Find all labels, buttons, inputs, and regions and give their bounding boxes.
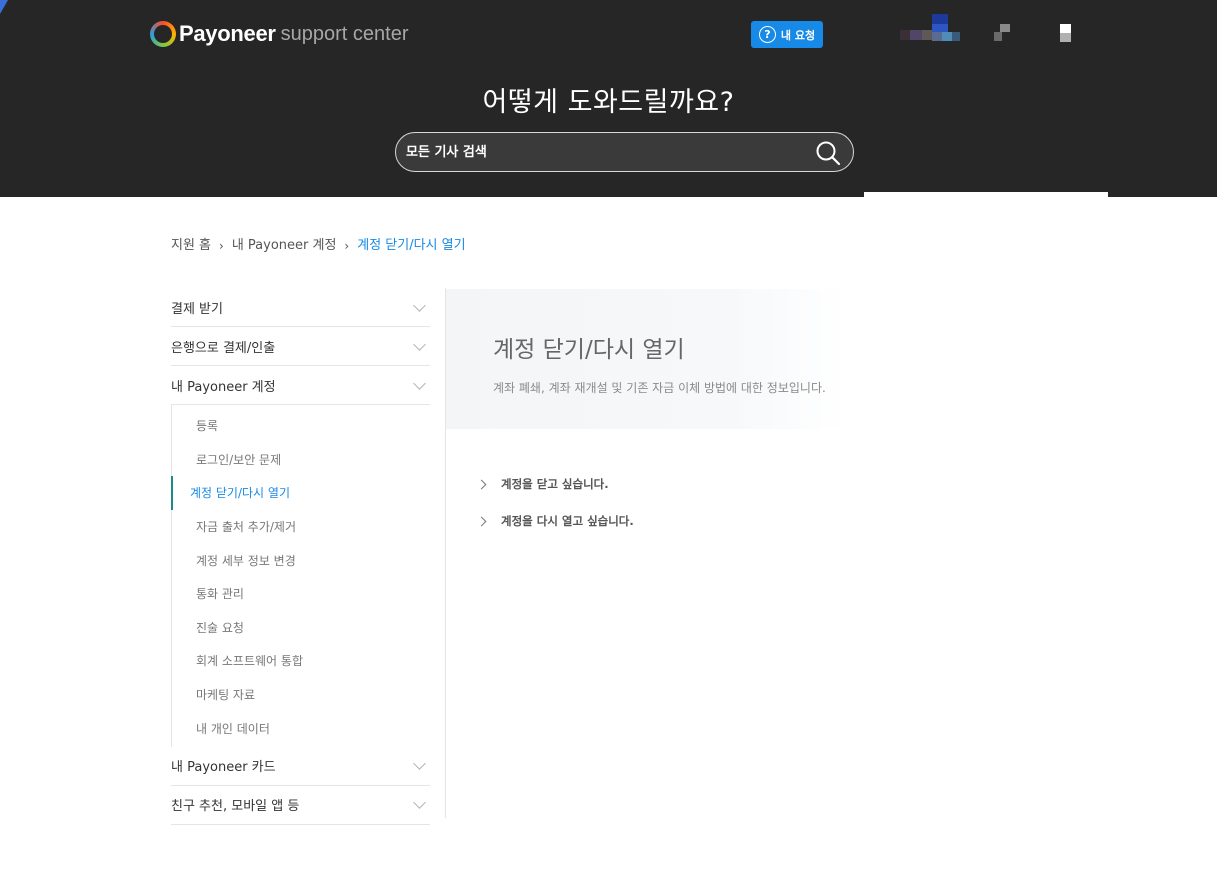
search-input[interactable] <box>406 141 806 163</box>
search-icon[interactable] <box>815 140 841 166</box>
site-header: Payoneer support center ? 내 요청 어떻게 도와드릴까… <box>0 0 1217 197</box>
sidebar-category-bank-withdraw[interactable]: 은행으로 결제/인출 <box>171 327 430 366</box>
chevron-right-icon <box>476 516 487 526</box>
logo-ring-icon <box>150 21 176 47</box>
obscured-language-menu[interactable] <box>992 24 1012 42</box>
hero-title: 어떻게 도와드릴까요? <box>482 87 735 118</box>
article-link-close-account[interactable]: 계정을 닫고 싶습니다. <box>476 476 609 492</box>
sidebar-item-accounting-software[interactable]: 회계 소프트웨어 통합 <box>172 644 430 678</box>
sidebar-item-currency[interactable]: 통화 관리 <box>172 577 430 611</box>
chevron-right-icon: › <box>344 238 350 253</box>
sidebar-category-label: 내 Payoneer 계정 <box>171 379 276 395</box>
sidebar-item-marketing[interactable]: 마케팅 자료 <box>172 678 430 712</box>
sidebar-category-receive-payments[interactable]: 결제 받기 <box>171 288 430 327</box>
sidebar-category-label: 내 Payoneer 카드 <box>171 760 276 776</box>
sidebar-category-my-account[interactable]: 내 Payoneer 계정 <box>171 366 430 405</box>
article-link-reopen-account[interactable]: 계정을 다시 열고 싶습니다. <box>476 513 634 529</box>
article-label: 계정을 다시 열고 싶습니다. <box>501 514 634 528</box>
logo-subtitle: support center <box>280 22 409 45</box>
logo-brand-text: Payoneer <box>179 21 276 46</box>
article-label: 계정을 닫고 싶습니다. <box>501 477 609 491</box>
sidebar-item-funding-sources[interactable]: 자금 출처 추가/제거 <box>172 510 430 544</box>
chevron-down-icon <box>413 757 426 771</box>
chevron-down-icon <box>413 796 426 810</box>
my-requests-button[interactable]: ? 내 요청 <box>751 21 823 48</box>
sidebar-item-statement[interactable]: 진술 요청 <box>172 611 430 645</box>
breadcrumb-account[interactable]: 내 Payoneer 계정 <box>232 234 337 253</box>
sidebar-item-login-security[interactable]: 로그인/보안 문제 <box>172 443 430 477</box>
sidebar-item-account-details[interactable]: 계정 세부 정보 변경 <box>172 543 430 577</box>
sidebar-item-personal-data[interactable]: 내 개인 데이터 <box>172 711 430 745</box>
obscured-signin-menu[interactable] <box>1060 24 1072 42</box>
chevron-down-icon <box>413 376 426 390</box>
breadcrumb: 지원 홈 › 내 Payoneer 계정 › 계정 닫기/다시 열기 <box>171 234 466 253</box>
category-sidebar: 결제 받기 은행으로 결제/인출 내 Payoneer 계정 등록 로그인/보안… <box>171 288 430 825</box>
breadcrumb-home[interactable]: 지원 홈 <box>171 234 211 253</box>
sidebar-item-register[interactable]: 등록 <box>172 409 430 443</box>
header-notch <box>864 192 1108 198</box>
sidebar-category-label: 은행으로 결제/인출 <box>171 340 276 356</box>
my-requests-label: 내 요청 <box>780 28 816 42</box>
sidebar-category-my-card[interactable]: 내 Payoneer 카드 <box>171 747 430 786</box>
search-bar <box>395 132 854 172</box>
chevron-right-icon: › <box>219 238 224 253</box>
sidebar-category-label: 결제 받기 <box>171 301 223 317</box>
chevron-down-icon <box>413 337 426 351</box>
chevron-down-icon <box>413 298 426 312</box>
question-icon: ? <box>758 26 776 43</box>
sidebar-category-label: 친구 추천, 모바일 앱 등 <box>171 799 300 815</box>
sidebar-item-close-reopen[interactable]: 계정 닫기/다시 열기 <box>171 476 430 510</box>
corner-accent <box>0 0 8 14</box>
section-description: 계좌 폐쇄, 계좌 재개설 및 기존 자금 이체 방법에 대한 정보입니다. <box>493 381 826 395</box>
sidebar-subitems: 등록 로그인/보안 문제 계정 닫기/다시 열기 자금 출처 추가/제거 계정 … <box>171 405 430 747</box>
sidebar-category-referral-app[interactable]: 친구 추천, 모바일 앱 등 <box>171 786 430 825</box>
chevron-right-icon <box>476 479 487 489</box>
breadcrumb-current[interactable]: 계정 닫기/다시 열기 <box>357 234 465 253</box>
obscured-user-menu[interactable] <box>898 14 962 42</box>
payoneer-logo[interactable]: Payoneer support center <box>150 20 409 48</box>
section-title: 계정 닫기/다시 열기 <box>493 337 685 363</box>
